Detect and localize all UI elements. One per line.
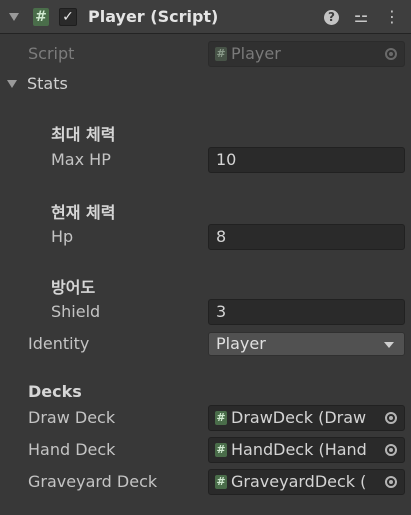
help-icon[interactable]: ? [324,10,339,25]
component-title: Player (Script) [88,7,219,26]
max-hp-label: Max HP [51,150,111,169]
hp-header: 현재 체력 [51,203,116,222]
script-icon: # [215,411,227,425]
max-hp-header: 최대 체력 [51,125,116,144]
hp-label: Hp [51,227,74,246]
hand-deck-value: HandDeck (Hand [231,440,367,459]
dropdown-arrow-icon [384,342,394,348]
graveyard-deck-object-field[interactable]: # GraveyardDeck ( [208,469,405,495]
identity-label: Identity [28,334,90,353]
identity-dropdown-value: Player [216,334,266,353]
context-menu-icon[interactable]: ⋮ [384,8,400,26]
shield-header: 방어도 [51,278,96,297]
identity-dropdown[interactable]: Player [208,332,405,356]
script-field-label: Script [28,44,75,63]
max-hp-input[interactable]: 10 [208,147,405,173]
script-icon: # [215,443,227,457]
script-field-value: Player [231,44,281,63]
hand-deck-object-field[interactable]: # HandDeck (Hand [208,437,405,463]
script-object-field: # Player [208,41,405,67]
script-icon: # [33,8,49,26]
presets-icon[interactable]: ⚍ [352,8,370,26]
draw-deck-value: DrawDeck (Draw [231,408,367,427]
graveyard-deck-label: Graveyard Deck [28,472,158,491]
stats-foldout-icon[interactable] [7,80,17,88]
draw-deck-object-field[interactable]: # DrawDeck (Draw [208,405,405,431]
hand-deck-label: Hand Deck [28,440,116,459]
component-foldout-icon[interactable] [9,13,19,21]
object-picker-icon[interactable] [385,476,397,488]
stats-foldout-label[interactable]: Stats [27,74,68,93]
shield-input[interactable]: 3 [208,299,405,325]
object-picker-icon[interactable] [385,412,397,424]
draw-deck-label: Draw Deck [28,408,116,427]
object-picker-icon[interactable] [385,444,397,456]
script-icon: # [215,47,227,61]
component-header: # ✓ Player (Script) ? ⚍ ⋮ [0,0,411,34]
script-icon: # [215,475,227,489]
component-enabled-checkbox[interactable]: ✓ [59,8,77,26]
object-picker-icon [385,48,397,60]
decks-header: Decks [28,382,82,401]
hp-input[interactable]: 8 [208,224,405,250]
shield-label: Shield [51,302,101,321]
graveyard-deck-value: GraveyardDeck ( [231,472,367,491]
